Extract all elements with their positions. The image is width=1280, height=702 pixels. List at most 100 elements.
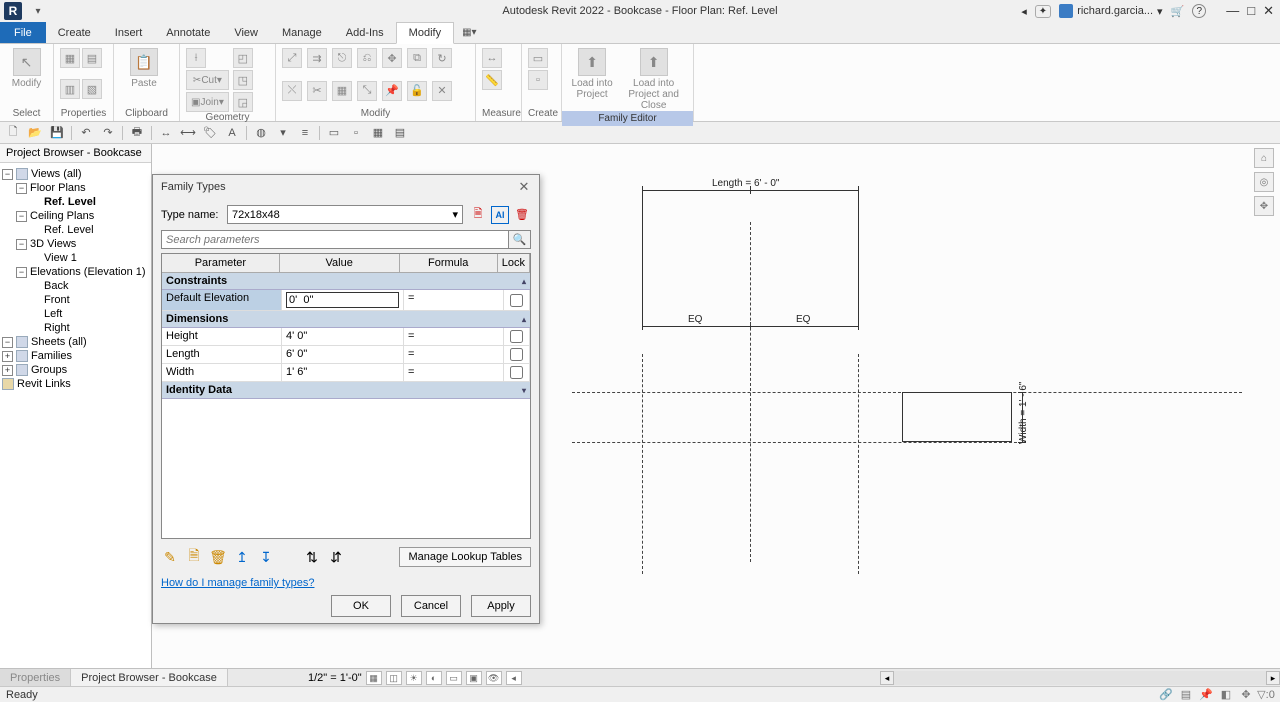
scale-label[interactable]: 1/2" = 1'-0"	[308, 672, 362, 684]
move-down-icon[interactable]: ↧	[257, 548, 275, 566]
reveal-icon[interactable]: ◂	[506, 671, 522, 685]
new-type-icon[interactable]: 🗎	[469, 206, 487, 224]
menu-manage[interactable]: Manage	[270, 22, 334, 43]
collapse-icon[interactable]: −	[16, 211, 27, 222]
collapse-icon[interactable]: −	[16, 267, 27, 278]
move-button[interactable]: ✥	[382, 48, 402, 68]
lock-height[interactable]	[510, 330, 523, 343]
hide-isolate-icon[interactable]: 👁	[486, 671, 502, 685]
node-elev-left[interactable]: Left	[2, 307, 149, 321]
pan-icon[interactable]: ✥	[1254, 196, 1274, 216]
menu-view[interactable]: View	[222, 22, 270, 43]
node-elev-right[interactable]: Right	[2, 321, 149, 335]
dim2-icon[interactable]: ⟷	[179, 124, 197, 142]
cart-icon[interactable]: 🛒	[1171, 5, 1185, 18]
type-name-select[interactable]: 72x18x48▾	[227, 205, 463, 224]
help-icon[interactable]: ?	[1192, 4, 1206, 18]
open-icon[interactable]: 📂	[26, 124, 44, 142]
thin-lines-icon[interactable]: ≡	[296, 124, 314, 142]
menu-file[interactable]: File	[0, 22, 46, 43]
default-elevation-input[interactable]	[286, 292, 399, 308]
search-button[interactable]: 🔍	[509, 230, 531, 249]
node-view1[interactable]: View 1	[2, 251, 149, 265]
sort-desc-icon[interactable]: ⇵	[327, 548, 345, 566]
group-identity[interactable]: Identity Data▾	[162, 382, 530, 399]
lock-width[interactable]	[510, 366, 523, 379]
node-floor-plans[interactable]: −Floor Plans	[2, 181, 149, 195]
col-formula[interactable]: Formula	[400, 254, 498, 272]
help-link[interactable]: How do I manage family types?	[161, 577, 531, 589]
select-face-icon[interactable]: ◧	[1218, 688, 1234, 702]
col-lock[interactable]: Lock	[498, 254, 530, 272]
collapse-icon[interactable]: ▴	[522, 315, 526, 324]
properties-button[interactable]: ▦	[60, 48, 80, 68]
tile-icon[interactable]: ▦	[369, 124, 387, 142]
text-icon[interactable]: A	[223, 124, 241, 142]
family-types-button[interactable]: ▥	[60, 79, 80, 99]
3d-icon[interactable]: ◍	[252, 124, 270, 142]
collapse-icon[interactable]: −	[2, 337, 13, 348]
collapse-icon[interactable]: ▴	[522, 277, 526, 286]
node-ref-level-2[interactable]: Ref. Level	[2, 223, 149, 237]
node-elevations[interactable]: −Elevations (Elevation 1)	[2, 265, 149, 279]
split-button[interactable]: ✂	[307, 81, 327, 101]
dialog-close-button[interactable]: ✕	[515, 178, 533, 196]
switch-windows-icon[interactable]: ▫	[347, 124, 365, 142]
ok-button[interactable]: OK	[331, 595, 391, 617]
save-icon[interactable]: 💾	[48, 124, 66, 142]
expand-icon[interactable]: +	[2, 365, 13, 376]
sun-path-icon[interactable]: ☀	[406, 671, 422, 685]
qat-dropdown-icon[interactable]: ▾	[30, 3, 46, 19]
col-parameter[interactable]: Parameter	[162, 254, 280, 272]
mirror-axis-button[interactable]: ⎋	[332, 48, 352, 68]
copy-button[interactable]: ⧉	[407, 48, 427, 68]
group-dimensions[interactable]: Dimensions▴	[162, 311, 530, 328]
node-3d-views[interactable]: −3D Views	[2, 237, 149, 251]
detail-level-icon[interactable]: ▦	[366, 671, 382, 685]
full-nav-wheel-icon[interactable]: ◎	[1254, 172, 1274, 192]
collapse-icon[interactable]: −	[2, 169, 13, 180]
lock-default-elevation[interactable]	[510, 294, 523, 307]
measure-along-button[interactable]: 📏	[482, 70, 502, 90]
new-icon[interactable]: 🗋	[4, 124, 22, 142]
dim-icon[interactable]: ↔	[157, 124, 175, 142]
shadow-icon[interactable]: ◐	[426, 671, 442, 685]
menu-modify[interactable]: Modify	[396, 22, 454, 44]
collapse-icon[interactable]: −	[16, 239, 27, 250]
node-elev-back[interactable]: Back	[2, 279, 149, 293]
load-into-project-close-button[interactable]: ⬆Load into Project and Close	[620, 48, 687, 111]
align-button[interactable]: ⤢	[282, 48, 302, 68]
delete-button[interactable]: ✕	[432, 81, 452, 101]
create-group-button[interactable]: ▭	[528, 48, 548, 68]
node-revit-links[interactable]: Revit Links	[2, 377, 149, 391]
menu-addins[interactable]: Add-Ins	[334, 22, 396, 43]
menu-annotate[interactable]: Annotate	[154, 22, 222, 43]
tag-icon[interactable]: 🏷	[201, 124, 219, 142]
node-views[interactable]: −Views (all)	[2, 167, 149, 181]
home-icon[interactable]: ⌂	[1254, 148, 1274, 168]
info-icon[interactable]: ◂	[1021, 5, 1027, 18]
modify-tool[interactable]: ↖Modify	[6, 48, 47, 89]
scroll-right-icon[interactable]: ▸	[1266, 671, 1280, 685]
menu-insert[interactable]: Insert	[103, 22, 155, 43]
node-groups[interactable]: +Groups	[2, 363, 149, 377]
scale-button[interactable]: ⤡	[357, 81, 377, 101]
section-icon[interactable]: ▾	[274, 124, 292, 142]
geom-icon-1[interactable]: ◰	[233, 48, 253, 68]
node-sheets[interactable]: −Sheets (all)	[2, 335, 149, 349]
rename-type-icon[interactable]: AI	[491, 206, 509, 224]
node-families[interactable]: +Families	[2, 349, 149, 363]
type-properties-button[interactable]: ▤	[82, 48, 102, 68]
geom-icon-2[interactable]: ◳	[233, 70, 253, 90]
dialog-title-bar[interactable]: Family Types ✕	[153, 175, 539, 199]
offset-button[interactable]: ⇉	[307, 48, 327, 68]
cancel-button[interactable]: Cancel	[401, 595, 461, 617]
load-into-project-button[interactable]: ⬆Load into Project	[568, 48, 616, 100]
redo-icon[interactable]: ↷	[99, 124, 117, 142]
select-underlay-icon[interactable]: ▤	[1178, 688, 1194, 702]
apply-button[interactable]: Apply	[471, 595, 531, 617]
edit-param-icon[interactable]: ✎	[161, 548, 179, 566]
minimize-button[interactable]: —	[1226, 3, 1239, 19]
select-pinned-icon[interactable]: 📌	[1198, 688, 1214, 702]
project-units-button[interactable]: ▧	[82, 79, 102, 99]
